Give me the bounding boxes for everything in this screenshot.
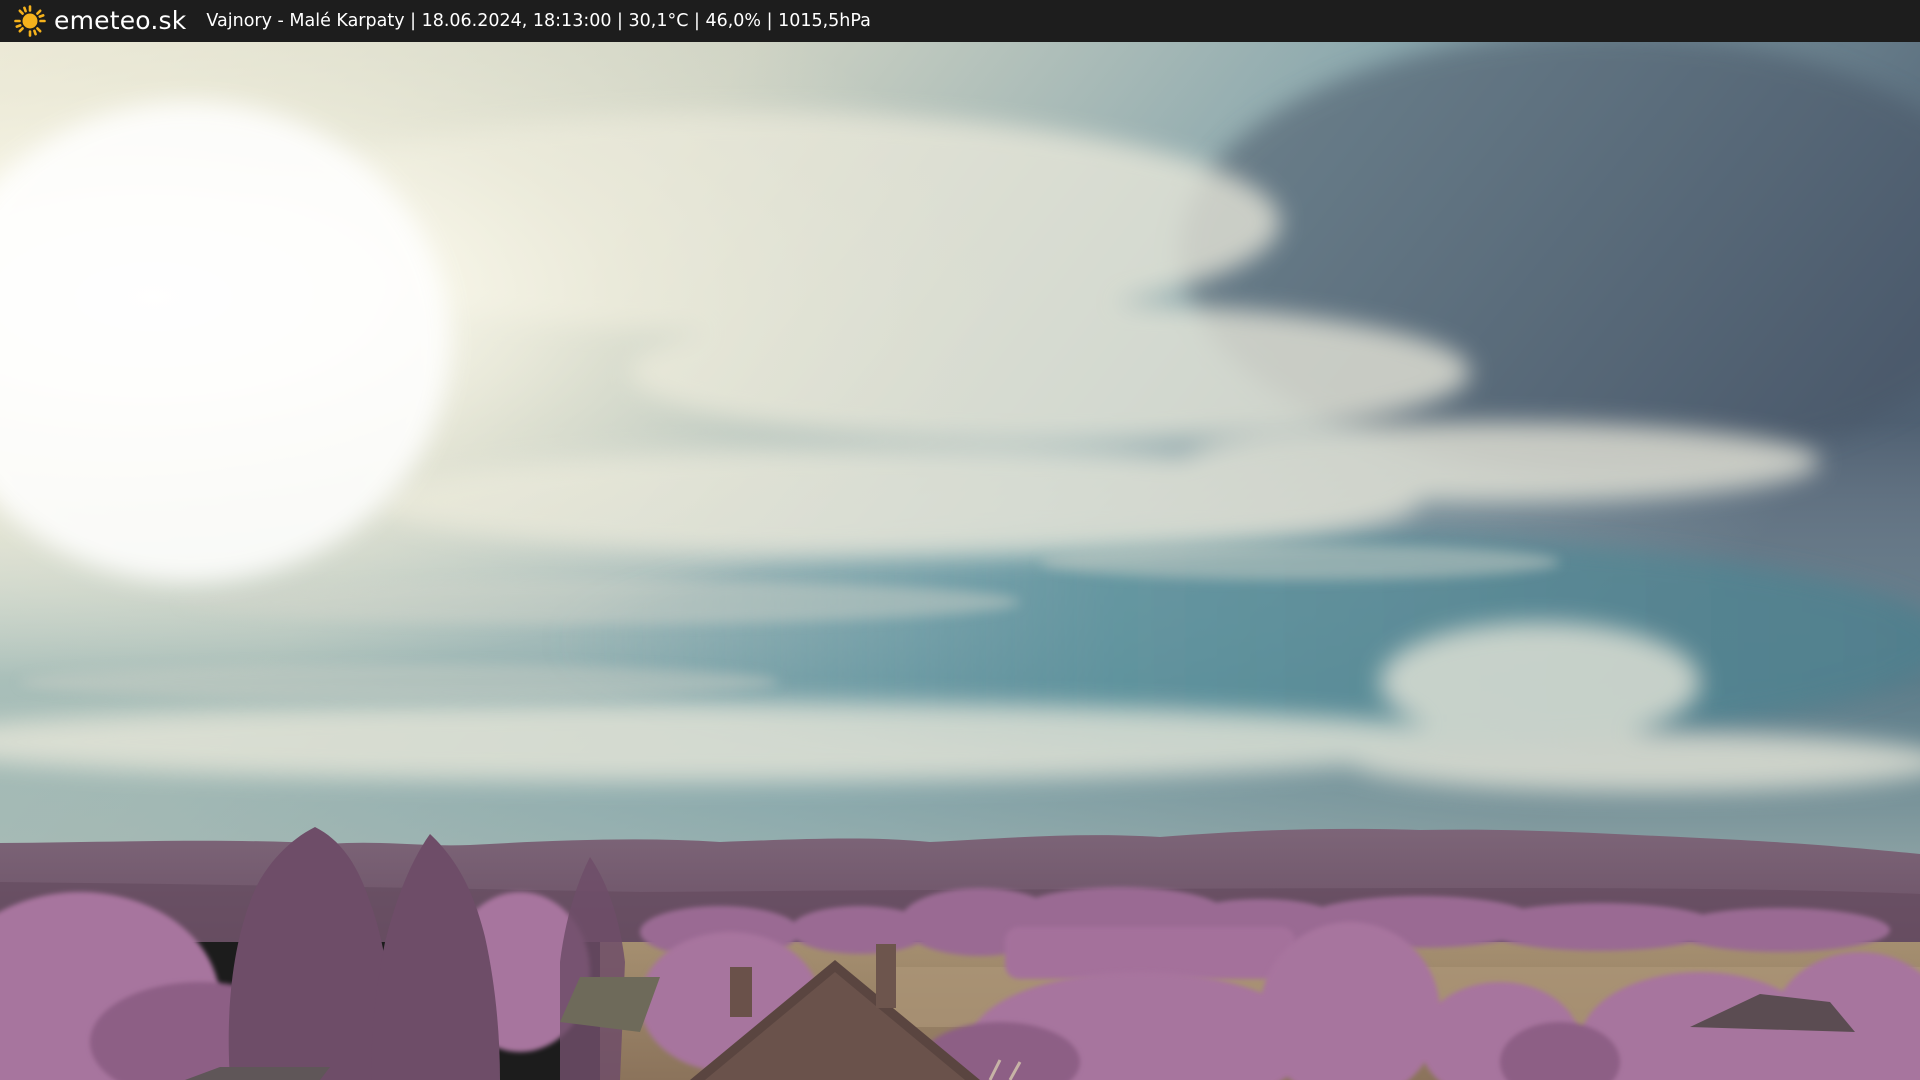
info-bar: emeteo.sk Vajnory - Malé Karpaty | 18.06… <box>0 0 1920 42</box>
landscape-scene <box>0 42 1920 1080</box>
brand-name: emeteo.sk <box>54 6 187 35</box>
webcam-image <box>0 42 1920 1080</box>
brand-logo[interactable]: emeteo.sk <box>14 0 186 42</box>
webcam-frame: emeteo.sk Vajnory - Malé Karpaty | 18.06… <box>0 0 1920 1080</box>
sun-icon <box>14 5 46 37</box>
station-readout: Vajnory - Malé Karpaty | 18.06.2024, 18:… <box>206 11 871 31</box>
